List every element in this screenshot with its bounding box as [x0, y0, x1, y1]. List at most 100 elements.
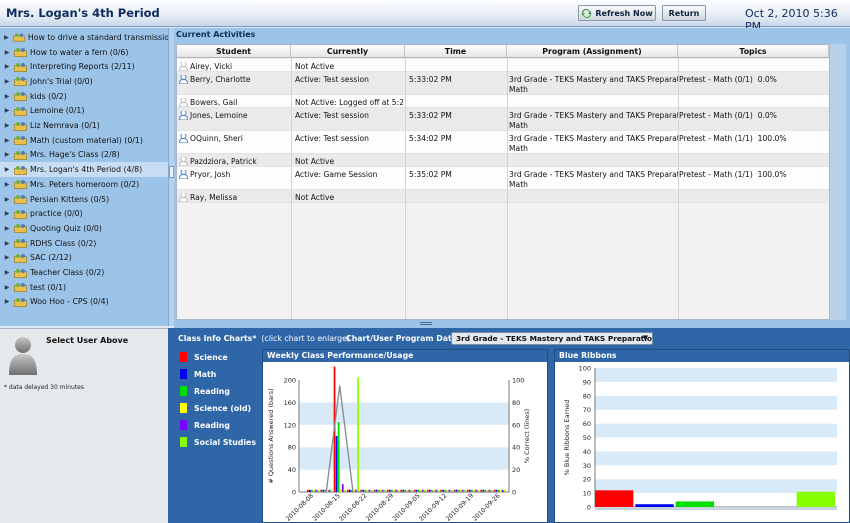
bar[interactable]	[307, 489, 309, 492]
sidebar-item[interactable]: ▶ Mrs. Logan's 4th Period (4/8)	[0, 162, 174, 177]
y-tick-label: 0	[587, 504, 591, 512]
expand-triangle-icon[interactable]: ▶	[0, 181, 14, 188]
column-header-student[interactable]: Student	[177, 45, 291, 58]
sidebar-item[interactable]: ▶ Liz Nemrava (0/1)	[0, 118, 174, 133]
sidebar-item[interactable]: ▶ practice (0/0)	[0, 206, 174, 221]
expand-triangle-icon[interactable]: ▶	[0, 151, 14, 158]
cell-time: 5:33:02 PM	[409, 111, 452, 120]
sidebar-item[interactable]: ▶ Persian Kittens (0/5)	[0, 192, 174, 207]
program-data-select[interactable]: 3rd Grade - TEKS Mastery and TAKS Prepar…	[451, 332, 653, 345]
sidebar-item[interactable]: ▶ John's Trial (0/0)	[0, 74, 174, 89]
group-icon	[14, 92, 27, 101]
activity-row[interactable]: Pryor, Josh Active: Game Session 5:35:02 P…	[177, 167, 829, 190]
legend-item: Science	[180, 352, 260, 362]
bar[interactable]	[501, 489, 504, 492]
sidebar-item[interactable]: ▶ How to drive a standard transmission	[0, 30, 174, 45]
legend-item: Science (old)	[180, 403, 260, 413]
sidebar-item[interactable]: ▶ Woo Hoo - CPS (0/4)	[0, 295, 174, 310]
column-header-time[interactable]: Time	[405, 45, 507, 58]
ribbon-bar[interactable]	[675, 501, 714, 507]
cell-student: OQuinn, Sheri	[179, 134, 287, 144]
bar[interactable]	[328, 489, 331, 492]
expand-triangle-icon[interactable]: ▶	[0, 210, 14, 217]
group-icon	[14, 224, 27, 234]
activity-row[interactable]: Jones, Lemoine Active: Test session 5:33:0…	[177, 108, 829, 131]
bar[interactable]	[335, 436, 338, 492]
activity-row[interactable]: Airey, Vicki Not Active	[177, 59, 829, 72]
grid-band	[595, 381, 837, 396]
ribbon-bar[interactable]	[595, 490, 634, 507]
sidebar-item[interactable]: ▶ How to water a fern (0/6)	[0, 45, 174, 60]
expand-triangle-icon[interactable]: ▶	[0, 107, 14, 114]
data-delay-note: * data delayed 30 minutes	[4, 384, 84, 391]
bar[interactable]	[357, 377, 359, 492]
expand-triangle-icon[interactable]: ▶	[0, 49, 14, 56]
sidebar-item-label: Woo Hoo - CPS (0/4)	[30, 297, 109, 307]
expand-triangle-icon[interactable]: ▶	[0, 254, 14, 261]
expand-triangle-icon[interactable]: ▶	[0, 269, 14, 276]
expand-triangle-icon[interactable]: ▶	[0, 225, 14, 232]
sidebar-item[interactable]: ▶ RDHS Class (0/2)	[0, 236, 174, 251]
expand-triangle-icon[interactable]: ▶	[0, 78, 14, 85]
expand-triangle-icon[interactable]: ▶	[0, 166, 14, 173]
column-header-topics[interactable]: Topics	[678, 45, 829, 58]
expand-triangle-icon[interactable]: ▶	[0, 298, 14, 305]
expand-triangle-icon[interactable]: ▶	[0, 196, 14, 203]
sidebar-item[interactable]: ▶ SAC (2/12)	[0, 251, 174, 266]
chevron-down-icon[interactable]: ▼	[643, 333, 648, 344]
refresh-now-label: Refresh Now	[595, 8, 653, 18]
weekly-performance-chart[interactable]: Weekly Class Performance/Usage 0 40 80 120 1…	[262, 349, 548, 523]
bar[interactable]	[330, 489, 333, 492]
expand-triangle-icon[interactable]: ▶	[0, 137, 14, 144]
expand-triangle-icon[interactable]: ▶	[0, 240, 14, 247]
column-header-currently[interactable]: Currently	[291, 45, 405, 58]
expand-triangle-icon[interactable]: ▶	[0, 93, 14, 100]
splitter-grip-icon[interactable]	[420, 322, 432, 325]
cell-time: 5:33:02 PM	[409, 75, 452, 84]
sidebar-item[interactable]: ▶ Interpreting Reports (2/11)	[0, 59, 174, 74]
activity-row[interactable]: Berry, Charlotte Active: Test session 5:33…	[177, 72, 829, 95]
sidebar-item[interactable]: ▶ Math (custom material) (0/1)	[0, 133, 174, 148]
expand-triangle-icon[interactable]: ▶	[0, 34, 13, 41]
weekly-performance-chart-svg[interactable]: 0 40 80 120 160 200 0 20 40 60 80 100 # Questions An…	[263, 362, 547, 522]
blue-ribbons-chart-svg[interactable]: 0 10 20 30 40 50 60 70 80 90 100 % Blue Ribbons Ear…	[555, 362, 849, 522]
bar[interactable]	[503, 489, 506, 492]
bar[interactable]	[341, 484, 344, 492]
bar[interactable]	[349, 489, 351, 492]
sidebar-item[interactable]: ▶ Quoting Quiz (0/0)	[0, 221, 174, 236]
group-icon	[14, 77, 27, 87]
sidebar-item[interactable]: ▶ Teacher Class (0/2)	[0, 265, 174, 280]
panel-splitter[interactable]	[174, 320, 850, 328]
select-user-label: Select User Above	[46, 336, 129, 345]
sidebar-item[interactable]: ▶ kids (0/2)	[0, 89, 174, 104]
activity-row[interactable]: Pazdziora, Patrick Not Active	[177, 154, 829, 167]
activity-row[interactable]: Ray, Melissa Not Active	[177, 190, 829, 203]
column-header-program[interactable]: Program (Assignment)	[507, 45, 678, 58]
bar[interactable]	[337, 422, 340, 492]
y-axis-label: # Questions Answered (bars)	[267, 388, 275, 483]
return-button[interactable]: Return	[662, 5, 706, 21]
bar[interactable]	[339, 489, 342, 492]
refresh-now-button[interactable]: Refresh Now	[578, 5, 656, 21]
expand-triangle-icon[interactable]: ▶	[0, 63, 14, 70]
expand-triangle-icon[interactable]: ▶	[0, 284, 14, 291]
expand-triangle-icon[interactable]: ▶	[0, 122, 14, 129]
sidebar-item-label: Persian Kittens (0/5)	[30, 194, 110, 204]
bar[interactable]	[309, 489, 311, 492]
sidebar-item[interactable]: ▶ Mrs. Hage's Class (2/8)	[0, 148, 174, 163]
sidebar-item[interactable]: ▶ test (0/1)	[0, 280, 174, 295]
sidebar-item[interactable]: ▶ Mrs. Peters homeroom (0/2)	[0, 177, 174, 192]
bar[interactable]	[343, 489, 346, 492]
y2-axis-label: % Correct (lines)	[523, 409, 531, 463]
bar[interactable]	[347, 489, 349, 492]
grid-band	[595, 423, 837, 438]
ribbon-bar[interactable]	[635, 504, 674, 507]
activity-row[interactable]: Bowers, Gail Not Active: Logged off at 5:…	[177, 95, 829, 108]
activity-row[interactable]: OQuinn, Sheri Active: Test session 5:34:02…	[177, 131, 829, 154]
bar[interactable]	[311, 489, 313, 492]
sidebar-item[interactable]: ▶ Lemoine (0/1)	[0, 104, 174, 119]
bar[interactable]	[499, 489, 502, 492]
blue-ribbons-chart[interactable]: Blue Ribbons 0 10 20 30 40 50 60 70 80 90 100 % Blu…	[554, 349, 850, 523]
y2-tick-label: 0	[512, 489, 516, 497]
ribbon-bar[interactable]	[796, 491, 835, 507]
